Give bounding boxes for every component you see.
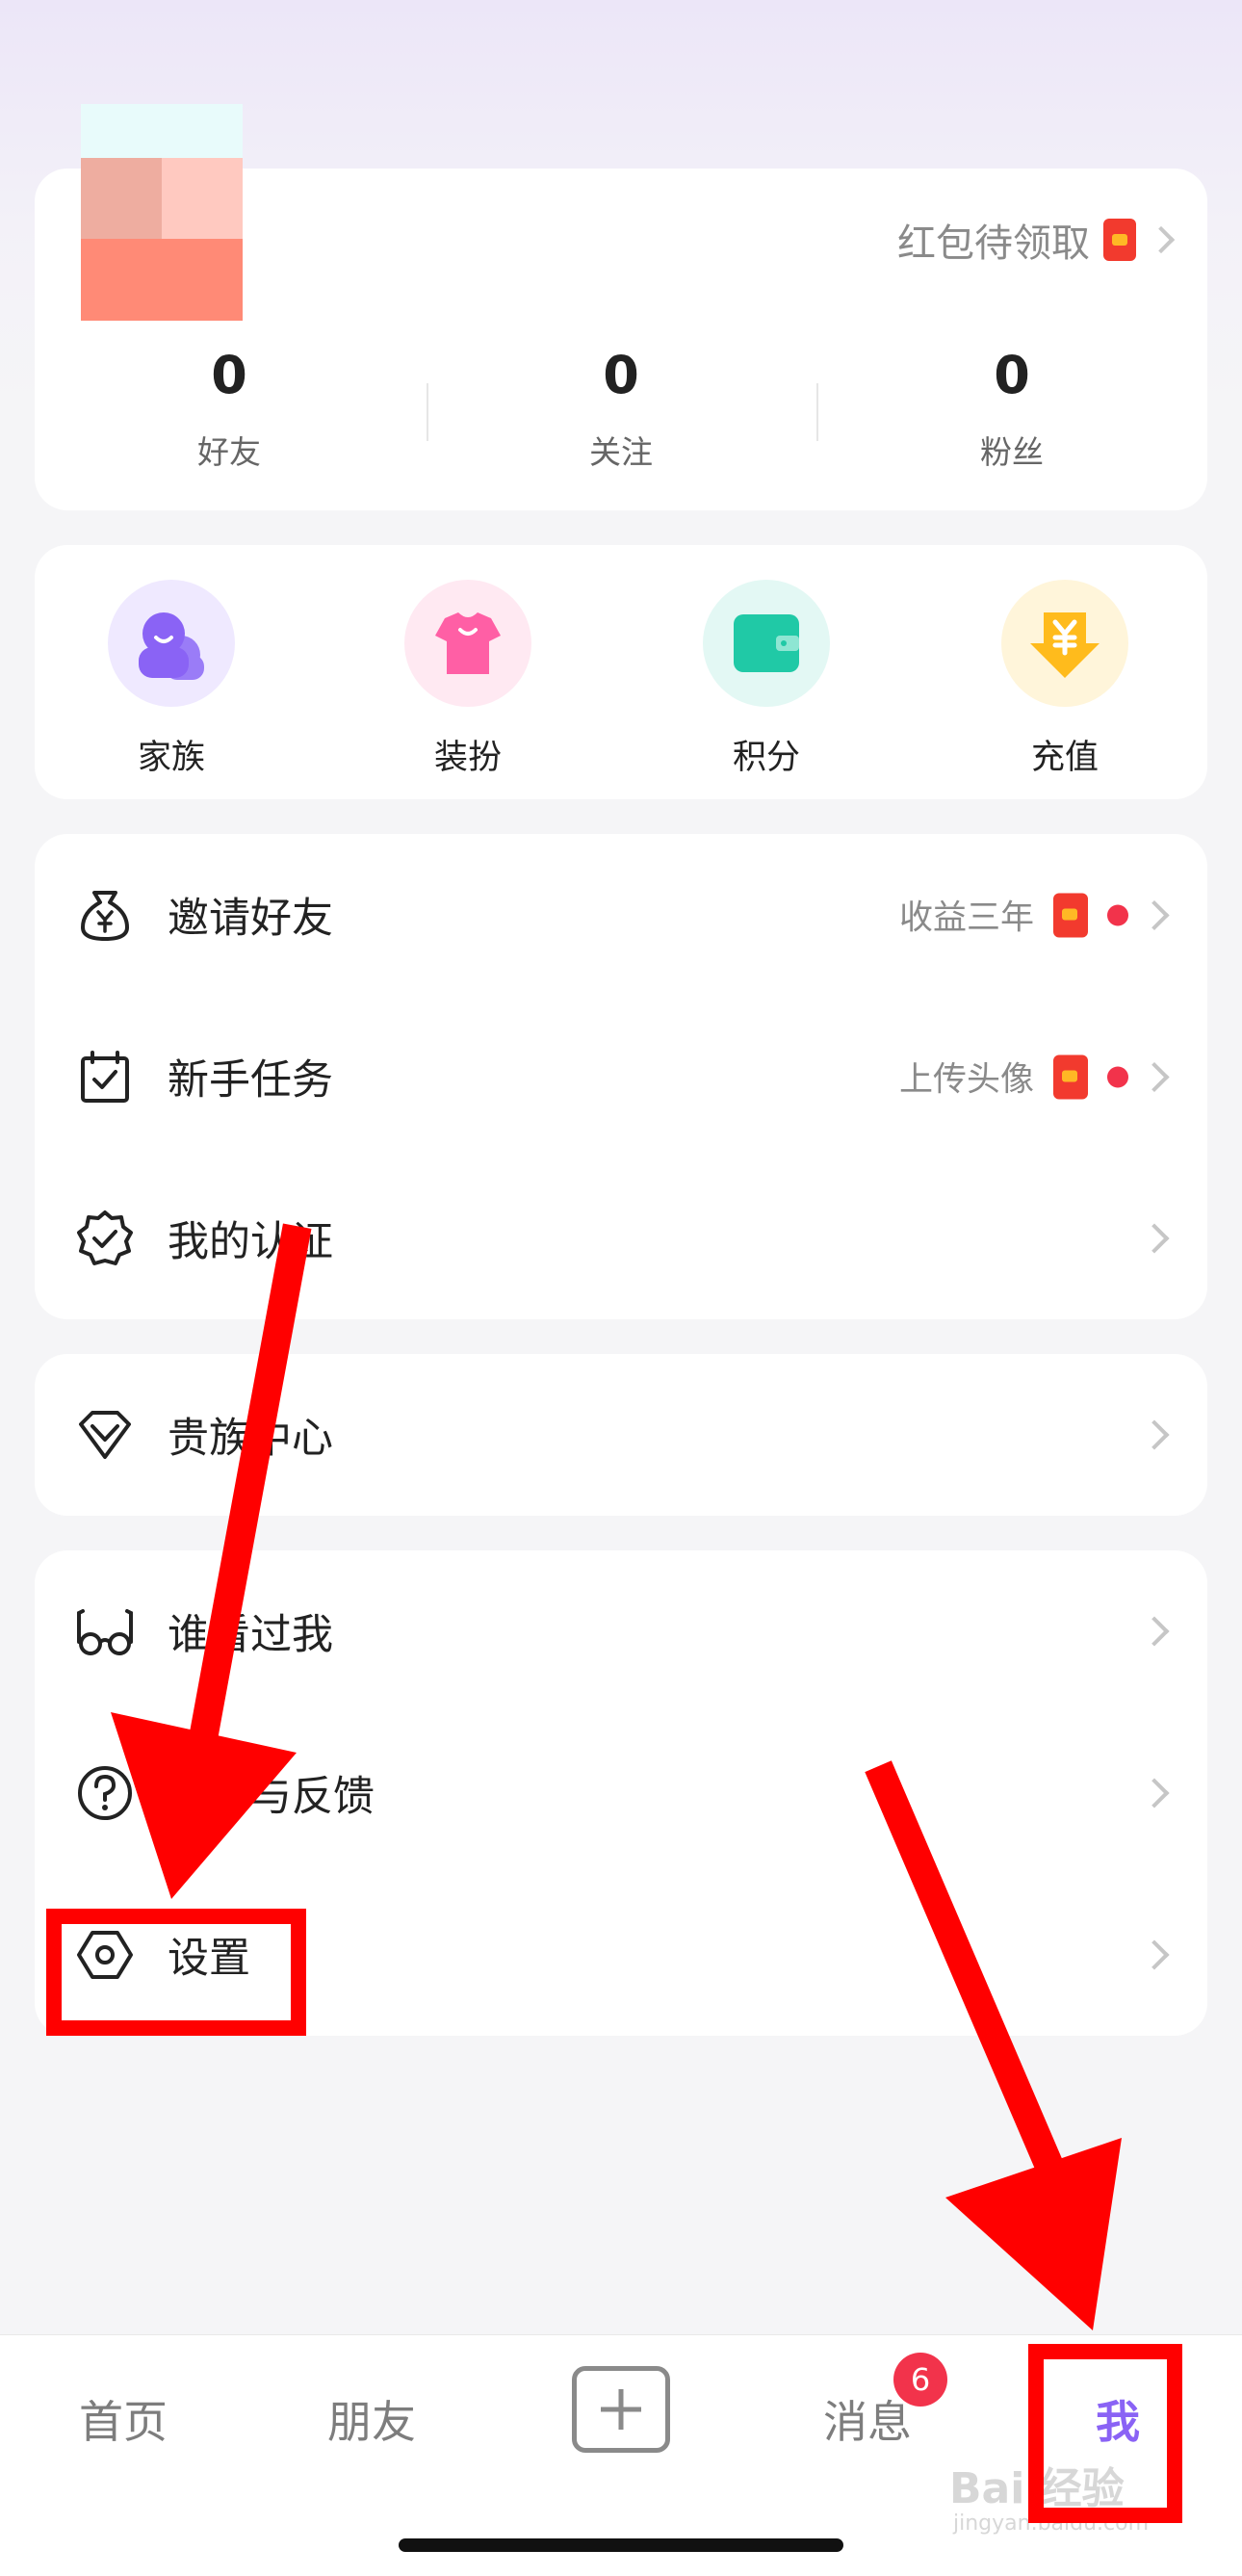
quick-recharge-label: 充值 <box>1030 739 1099 777</box>
tshirt-icon <box>404 580 531 707</box>
money-bag-icon <box>73 883 137 947</box>
quick-dressup[interactable]: 装扮 <box>391 580 545 779</box>
nav-home[interactable]: 首页 <box>79 2387 168 2451</box>
menu-item-visitors-extra <box>1128 1616 1170 1647</box>
menu-item-help-feedback[interactable]: 帮助与反馈 <box>35 1712 1207 1874</box>
menu-item-newbie-tasks-label: 新手任务 <box>168 1056 333 1105</box>
notification-dot <box>1107 904 1128 925</box>
newbie-tasks-note: 上传头像 <box>898 1060 1034 1100</box>
redpacket-icon <box>1103 219 1136 261</box>
stat-following-value: 0 <box>603 345 639 405</box>
menu-item-verification[interactable]: 我的认证 <box>35 1158 1207 1319</box>
stat-fans-value: 0 <box>994 345 1030 405</box>
chevron-right-icon <box>1147 225 1176 254</box>
stat-divider <box>427 383 428 441</box>
menu-item-settings-extra <box>1128 1939 1170 1970</box>
stat-divider <box>816 383 818 441</box>
verified-badge-icon <box>73 1207 137 1270</box>
menu-item-noble-center[interactable]: 贵族中心 <box>35 1354 1207 1516</box>
yuan-arrow-icon <box>1001 580 1128 707</box>
quick-points-label: 积分 <box>732 739 800 777</box>
nav-friends[interactable]: 朋友 <box>327 2387 416 2451</box>
redpacket-link[interactable]: 红包待领取 <box>897 212 1176 268</box>
quick-actions-card: 家族 装扮 积分 充值 <box>35 545 1207 799</box>
redpacket-icon <box>1053 893 1088 937</box>
stat-friends[interactable]: 0 好友 <box>85 342 374 473</box>
menu-item-invite[interactable]: 邀请好友 收益三年 <box>35 834 1207 996</box>
family-icon <box>108 580 235 707</box>
stat-friends-value: 0 <box>211 345 247 405</box>
notification-dot <box>1107 1066 1128 1087</box>
me-tab-highlight-box <box>1028 2344 1182 2523</box>
stat-following[interactable]: 0 关注 <box>477 342 765 473</box>
stat-friends-label: 好友 <box>197 433 261 471</box>
stat-following-label: 关注 <box>589 433 653 471</box>
chevron-right-icon <box>1139 1061 1170 1092</box>
avatar[interactable] <box>81 104 243 321</box>
menu-item-invite-extra: 收益三年 <box>898 891 1170 940</box>
wallet-icon <box>703 580 830 707</box>
menu-item-help-feedback-label: 帮助与反馈 <box>168 1773 375 1821</box>
quick-points[interactable]: 积分 <box>689 580 843 779</box>
quick-dressup-label: 装扮 <box>433 739 502 777</box>
chevron-right-icon <box>1139 1778 1170 1808</box>
redpacket-link-label: 红包待领取 <box>897 221 1090 266</box>
chevron-right-icon <box>1139 1223 1170 1254</box>
create-post-button[interactable] <box>572 2366 670 2453</box>
settings-highlight-box <box>46 1909 306 2036</box>
menu-group-2: 贵族中心 <box>35 1354 1207 1516</box>
quick-family[interactable]: 家族 <box>94 580 248 779</box>
calendar-check-icon <box>73 1045 137 1108</box>
diamond-icon <box>73 1403 137 1467</box>
menu-item-newbie-tasks[interactable]: 新手任务 上传头像 <box>35 996 1207 1158</box>
menu-item-newbie-tasks-extra: 上传头像 <box>898 1053 1170 1102</box>
menu-item-visitors[interactable]: 谁看过我 <box>35 1550 1207 1712</box>
chevron-right-icon <box>1139 899 1170 930</box>
messages-badge: 6 <box>893 2353 947 2407</box>
question-icon <box>73 1761 137 1825</box>
menu-item-noble-center-extra <box>1128 1419 1170 1450</box>
home-indicator <box>399 2538 843 2552</box>
redpacket-icon <box>1053 1054 1088 1099</box>
glasses-icon <box>73 1600 137 1663</box>
chevron-right-icon <box>1139 1419 1170 1450</box>
quick-family-label: 家族 <box>137 739 205 777</box>
quick-recharge[interactable]: 充值 <box>988 580 1142 779</box>
stat-fans-label: 粉丝 <box>980 433 1044 471</box>
chevron-right-icon <box>1139 1939 1170 1970</box>
menu-item-verification-label: 我的认证 <box>168 1218 333 1266</box>
stat-fans[interactable]: 0 粉丝 <box>867 342 1156 473</box>
menu-item-invite-label: 邀请好友 <box>168 895 333 943</box>
menu-item-verification-extra <box>1128 1223 1170 1254</box>
chevron-right-icon <box>1139 1616 1170 1647</box>
nav-messages[interactable]: 消息 <box>823 2387 912 2451</box>
menu-group-1: 邀请好友 收益三年 新手任务 上传头像 我的认证 <box>35 834 1207 1319</box>
menu-item-noble-center-label: 贵族中心 <box>168 1415 333 1463</box>
invite-note: 收益三年 <box>898 898 1034 938</box>
menu-item-visitors-label: 谁看过我 <box>168 1611 333 1659</box>
menu-item-help-feedback-extra <box>1128 1778 1170 1808</box>
